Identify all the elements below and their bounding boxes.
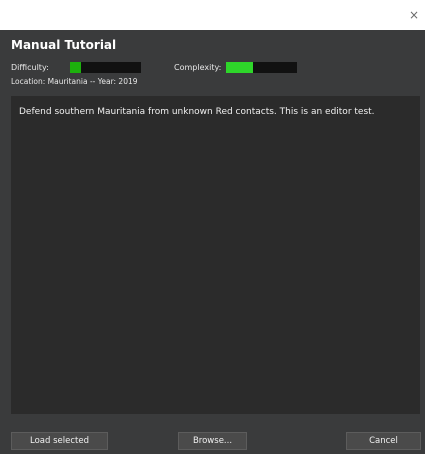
cancel-button[interactable]: Cancel	[346, 432, 421, 450]
browse-button[interactable]: Browse...	[178, 432, 247, 450]
complexity-meter-fill	[226, 62, 253, 73]
scenario-description: Defend southern Mauritania from unknown …	[19, 107, 375, 117]
description-panel[interactable]: Defend southern Mauritania from unknown …	[11, 96, 420, 414]
complexity-meter	[226, 62, 297, 73]
title-bar: ×	[0, 0, 425, 30]
scenario-title: Manual Tutorial	[11, 38, 117, 52]
difficulty-meter-fill	[70, 62, 81, 73]
complexity-label: Complexity:	[174, 63, 222, 72]
difficulty-meter	[70, 62, 141, 73]
scenario-dialog: × Manual Tutorial Difficulty: Complexity…	[0, 0, 425, 454]
difficulty-label: Difficulty:	[11, 63, 49, 72]
load-selected-button[interactable]: Load selected	[11, 432, 108, 450]
location-year-info: Location: Mauritania -- Year: 2019	[11, 77, 138, 86]
close-icon[interactable]: ×	[409, 9, 419, 21]
